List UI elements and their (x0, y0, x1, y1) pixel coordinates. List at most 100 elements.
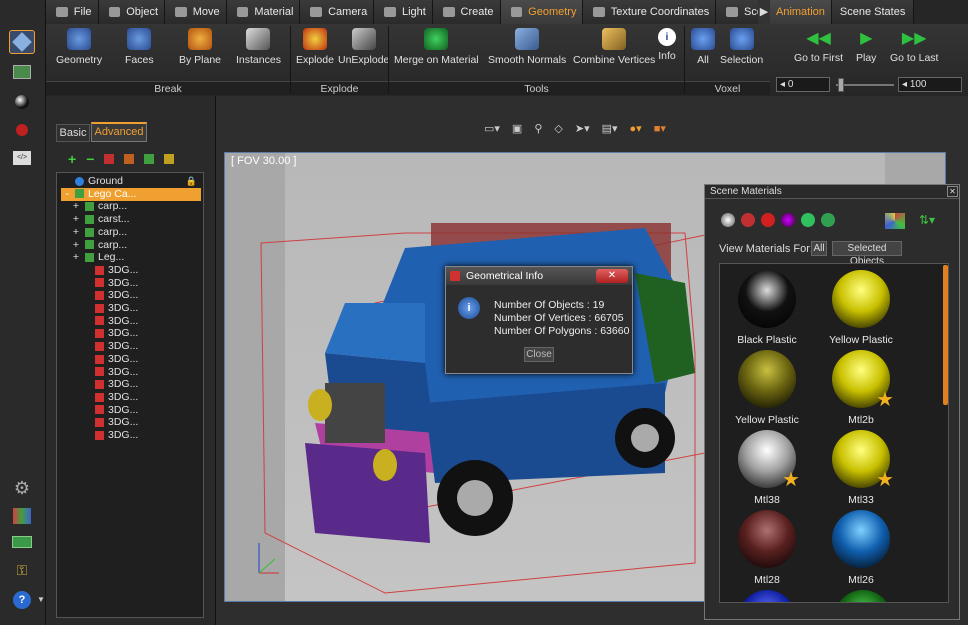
tree-item[interactable]: + carp... (61, 226, 201, 239)
tree-item[interactable]: 3DG... (61, 366, 201, 379)
end-frame-spinner[interactable]: ◂ 100 (898, 77, 962, 92)
tab-material[interactable]: Material (226, 0, 301, 24)
play-button[interactable]: ▶ Play (856, 28, 876, 74)
tree-item[interactable]: 3DG... (61, 391, 201, 404)
tree-item[interactable]: 3DG... (61, 378, 201, 391)
material-swatch[interactable]: Black Plastic (722, 270, 812, 346)
person-icon[interactable] (164, 154, 175, 164)
light-bulb-icon[interactable]: ●▾ (630, 122, 642, 135)
combine-vertices-button[interactable]: Combine Vertices (573, 28, 655, 74)
tree-item[interactable]: 3DG... (61, 404, 201, 417)
materials-scrollbar[interactable] (943, 265, 948, 405)
filter-all-button[interactable]: All (811, 241, 827, 256)
help-dropdown-icon[interactable]: ▼ (37, 595, 45, 604)
plane-icon[interactable]: ◇ (554, 122, 562, 135)
dialog-close-icon[interactable]: ✕ (596, 269, 628, 283)
camera-view-icon[interactable]: ▭▾ (484, 122, 500, 135)
tree-item[interactable]: 3DG... (61, 353, 201, 366)
material-view-icon[interactable] (885, 213, 905, 229)
help-icon[interactable]: ? (9, 588, 35, 612)
tree-expander-icon[interactable]: + (61, 251, 85, 264)
tree-item[interactable]: 3DG... (61, 289, 201, 302)
tree-item[interactable]: 3DG... (61, 277, 201, 290)
tab-texture-coordinates[interactable]: Texture Coordinates (583, 0, 717, 24)
tree-item[interactable]: + carp... (61, 200, 201, 213)
break-by-plane-button[interactable]: By Plane (179, 28, 221, 74)
smooth-normals-button[interactable]: Smooth Normals (488, 28, 566, 74)
tree-item[interactable]: 3DG... (61, 327, 201, 340)
remove-icon[interactable]: − (86, 151, 94, 167)
key-icon[interactable]: ⚿ (9, 558, 35, 582)
tree-item[interactable]: 3DG... (61, 264, 201, 277)
start-frame-spinner[interactable]: ◂ 0 (776, 77, 830, 92)
tab-advanced[interactable]: Advanced (91, 122, 147, 142)
lock-icon[interactable]: 🔒 (186, 175, 197, 188)
tab-scroll-right-icon[interactable]: ▶ (758, 0, 770, 24)
material-swatch[interactable]: Mtl26 (816, 510, 906, 586)
tab-animation[interactable]: Animation (770, 0, 832, 24)
dialog-close-button[interactable]: Close (524, 347, 554, 362)
box-icon[interactable]: ■▾ (654, 122, 666, 135)
select-tool-icon[interactable] (9, 30, 35, 54)
go-to-last-button[interactable]: ▶▶ Go to Last (890, 28, 938, 74)
new-material-icon[interactable] (721, 213, 735, 227)
voxel-selection-button[interactable]: Selection (720, 28, 763, 74)
tab-object[interactable]: Object (98, 0, 166, 24)
tree-expander-icon[interactable]: + (61, 213, 85, 226)
tree-item[interactable]: 3DG... (61, 302, 201, 315)
timeline-slider[interactable] (836, 84, 894, 86)
tree-expander-icon[interactable]: + (61, 226, 85, 239)
material-swatch[interactable]: Mtl33 ★ (816, 430, 906, 506)
tree-expander-icon[interactable]: - (61, 188, 75, 201)
zoom-icon[interactable]: ⚲ (534, 122, 542, 135)
tree-item[interactable]: + carp... (61, 239, 201, 252)
break-geometry-button[interactable]: Geometry (56, 28, 102, 74)
explode-button[interactable]: Explode (296, 28, 334, 74)
close-icon[interactable]: ✕ (947, 186, 958, 197)
tree-item[interactable]: 3DG... (61, 429, 201, 442)
tab-create[interactable]: Create (432, 0, 501, 24)
tab-geometry[interactable]: Geometry (500, 0, 584, 24)
unexplode-button[interactable]: UnExplode (338, 28, 389, 74)
gear-icon[interactable]: ⚙ (9, 476, 35, 500)
find-material-icon[interactable] (801, 213, 815, 227)
tab-camera[interactable]: Camera (300, 0, 375, 24)
record-icon[interactable] (9, 118, 35, 142)
cursor-icon[interactable]: ➤▾ (575, 122, 590, 135)
palette-icon[interactable] (9, 504, 35, 528)
tree-item[interactable]: 3DG... (61, 315, 201, 328)
go-to-first-button[interactable]: ◀◀ Go to First (794, 28, 843, 74)
tree-item[interactable]: - Lego Ca... (61, 187, 201, 201)
voxel-all-button[interactable]: All (691, 28, 715, 74)
material-swatch[interactable]: Mtl38 ★ (722, 430, 812, 506)
swap-icon[interactable] (9, 530, 35, 554)
merge-materials-icon[interactable] (821, 213, 835, 227)
break-faces-button[interactable]: Faces (125, 28, 154, 74)
timeline-slider-thumb[interactable] (838, 78, 844, 92)
info-button[interactable]: i Info (658, 28, 676, 74)
add-icon[interactable]: + (68, 151, 76, 167)
tree-item[interactable]: 3DG... (61, 416, 201, 429)
delete-unused-icon[interactable] (741, 213, 755, 227)
render-mode-icon[interactable]: ▤▾ (602, 122, 618, 135)
cube-red-icon[interactable] (104, 154, 115, 164)
render-view-icon[interactable] (9, 60, 35, 84)
break-instances-button[interactable]: Instances (236, 28, 281, 74)
assign-icon[interactable] (781, 213, 795, 227)
material-swatch[interactable]: Mtl28 (722, 510, 812, 586)
tab-light[interactable]: Light (374, 0, 433, 24)
sort-icon[interactable]: ⇅▾ (919, 213, 935, 227)
sphere-icon[interactable] (9, 90, 35, 114)
material-swatch[interactable]: Yellow Plastic (816, 270, 906, 346)
tab-basic[interactable]: Basic (56, 124, 90, 142)
group-icon[interactable] (124, 154, 135, 164)
material-swatch[interactable]: Mtl2b ★ (816, 350, 906, 426)
merge-on-material-button[interactable]: Merge on Material (394, 28, 479, 74)
frame-icon[interactable]: ▣ (512, 122, 522, 135)
delete-icon[interactable] (761, 213, 775, 227)
tab-scene-states[interactable]: Scene States (831, 0, 915, 24)
material-swatch[interactable]: Yellow Plastic (722, 350, 812, 426)
tree-expander-icon[interactable]: + (61, 200, 85, 213)
script-icon[interactable]: </> (9, 146, 35, 170)
tree-expander-icon[interactable]: + (61, 239, 85, 252)
